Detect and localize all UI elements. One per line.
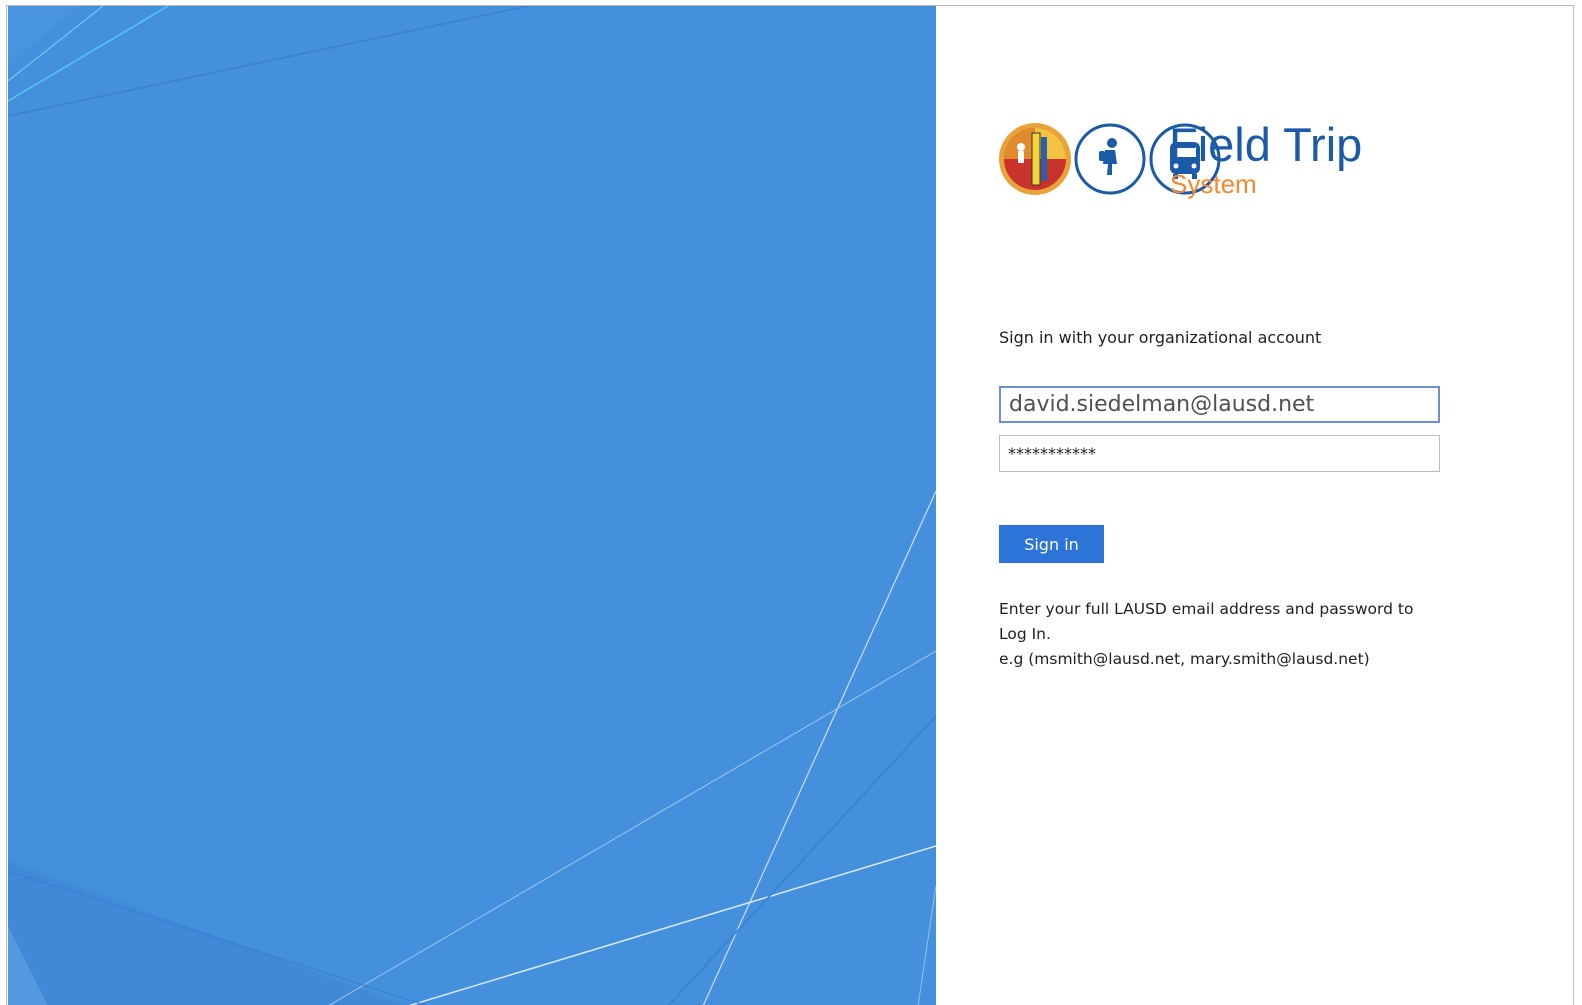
background-illustration (8, 6, 936, 1005)
email-field[interactable] (999, 386, 1440, 423)
lausd-seal-icon (999, 123, 1071, 195)
login-window: Field Trip System Sign in with your orga… (6, 5, 1574, 1005)
login-panel: Field Trip System Sign in with your orga… (936, 6, 1573, 1005)
signin-heading: Sign in with your organizational account (999, 328, 1322, 347)
password-field[interactable] (999, 435, 1440, 472)
background-lines (8, 6, 936, 1005)
login-help-text: Enter your full LAUSD email address and … (999, 597, 1459, 672)
walking-student-icon (1074, 123, 1146, 195)
logo-subtitle: System (1170, 169, 1257, 199)
help-line: Log In. (999, 625, 1051, 643)
help-line: e.g (msmith@lausd.net, mary.smith@lausd.… (999, 650, 1370, 668)
help-line: Enter your full LAUSD email address and … (999, 600, 1414, 618)
sign-in-button[interactable]: Sign in (999, 525, 1104, 563)
logo-title: Field Trip (1169, 118, 1363, 171)
